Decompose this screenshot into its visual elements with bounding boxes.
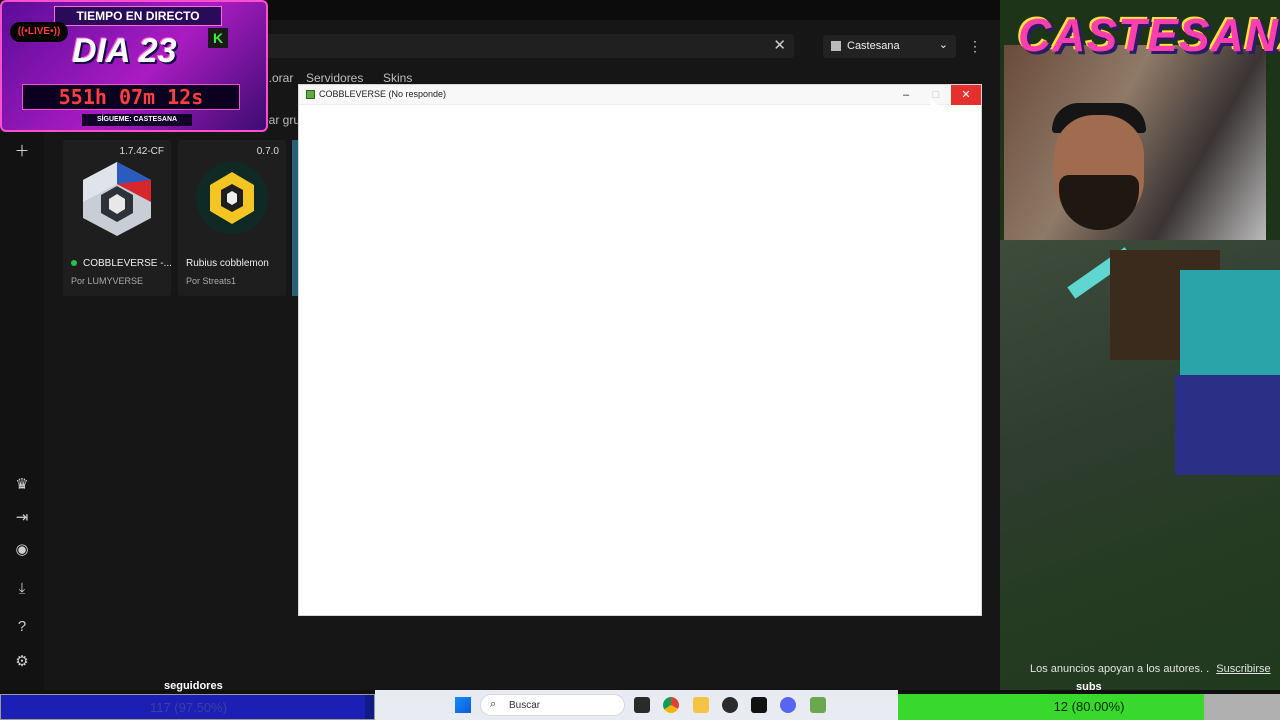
live-timer: 551h 07m 12s: [22, 84, 240, 110]
ads-text: Los anuncios apoyan a los autores. .: [1030, 663, 1210, 675]
version-badge: 0.7.0: [256, 146, 279, 157]
close-button[interactable]: ✕: [951, 85, 981, 105]
subs-label: subs: [1076, 681, 1102, 693]
tab-skins[interactable]: Skins: [383, 71, 412, 85]
close-icon[interactable]: ✕: [773, 36, 786, 54]
chrome-icon[interactable]: [663, 697, 679, 713]
modpack-card-rubius[interactable]: 0.7.0 Rubius cobblemon Por Streats1: [178, 140, 286, 296]
account-selector[interactable]: Castesana ⌄: [823, 35, 956, 58]
streamer-beard: [1059, 175, 1139, 230]
card-author: Por Streats1: [186, 276, 237, 286]
not-responding-window[interactable]: COBBLEVERSE (No responde) – □ ✕: [298, 84, 982, 616]
minecraft-icon: [306, 90, 315, 99]
subscribe-link[interactable]: Suscribirse: [1216, 663, 1270, 675]
taskbar-search-placeholder: Buscar: [509, 700, 541, 711]
task-view-icon[interactable]: [634, 697, 650, 713]
gear-icon[interactable]: ⚙: [10, 650, 34, 674]
window-title: COBBLEVERSE (No responde): [319, 89, 447, 99]
discord-icon[interactable]: ◉: [10, 538, 34, 562]
subs-goal-bar: 12 (80.00%): [898, 694, 1280, 720]
online-indicator: [71, 260, 77, 266]
taskbar-search[interactable]: ⌕ Buscar: [480, 694, 625, 716]
followers-label: seguidores: [164, 680, 223, 692]
download-icon[interactable]: ⤓: [10, 577, 34, 601]
live-badge: ((•LIVE•)): [10, 22, 68, 42]
day-counter: DIA 23: [72, 32, 177, 70]
minecraft-icon[interactable]: [810, 697, 826, 713]
follow-banner: SÍGUEME: CASTESANA: [82, 114, 192, 126]
tab-servidores[interactable]: Servidores: [306, 71, 363, 85]
launcher-sidebar: ＋ ♛ ⇥ ◉ ⤓ ? ⚙: [0, 130, 44, 690]
kick-icon: K: [208, 28, 228, 48]
chevron-down-icon: ⌄: [938, 39, 948, 51]
card-author: Por LUMYVERSE: [71, 276, 144, 286]
avatar: [831, 41, 841, 51]
search-icon: ⌕: [490, 698, 497, 710]
login-icon[interactable]: ⇥: [10, 506, 34, 530]
discord-icon[interactable]: [780, 697, 796, 713]
file-explorer-icon[interactable]: [693, 697, 709, 713]
window-titlebar[interactable]: COBBLEVERSE (No responde) – □ ✕: [299, 85, 981, 105]
crown-icon[interactable]: ♛: [10, 473, 34, 497]
subs-goal-text: 12 (80.00%): [1053, 699, 1125, 714]
minimize-button[interactable]: –: [891, 85, 921, 105]
card-title: Rubius cobblemon: [186, 258, 269, 269]
ads-notice: Los anuncios apoyan a los autores. . Sus…: [1030, 663, 1271, 675]
followers-goal-bar: 117 (97.50%): [0, 694, 375, 720]
minecraft-character-legs: [1175, 375, 1280, 475]
cobblemon-logo-icon: [196, 162, 268, 234]
webcam-feed: [1004, 45, 1266, 240]
cobbleverse-logo-icon: [83, 162, 151, 236]
live-timer-overlay: TIEMPO EN DIRECTO ((•LIVE•)) DIA 23 K 55…: [0, 0, 268, 132]
windows-icon[interactable]: [455, 697, 471, 713]
obs-icon[interactable]: [722, 697, 738, 713]
brand-logo: CASTESANA: [1018, 9, 1280, 61]
version-badge: 1.7.42-CF: [119, 146, 164, 157]
search-input[interactable]: ✕: [262, 34, 794, 58]
followers-goal-text: 117 (97.50%): [149, 700, 228, 715]
capcut-icon[interactable]: [751, 697, 767, 713]
screen: ＋ ♛ ⇥ ◉ ⤓ ? ⚙ ✕ Castesana ⌄ ⋮ ...orar Se…: [0, 0, 1280, 720]
more-icon[interactable]: ⋮: [968, 38, 982, 55]
help-icon[interactable]: ?: [10, 615, 34, 639]
card-title: COBBLEVERSE -...: [71, 258, 172, 269]
account-name: Castesana: [847, 40, 900, 52]
modpack-card-cobbleverse[interactable]: 1.7.42-CF COBBLEVERSE -... Por LUMYVERSE: [63, 140, 172, 296]
windows-taskbar: ⌕ Buscar: [375, 690, 898, 720]
live-title: TIEMPO EN DIRECTO: [54, 6, 222, 26]
add-icon[interactable]: ＋: [10, 140, 34, 164]
